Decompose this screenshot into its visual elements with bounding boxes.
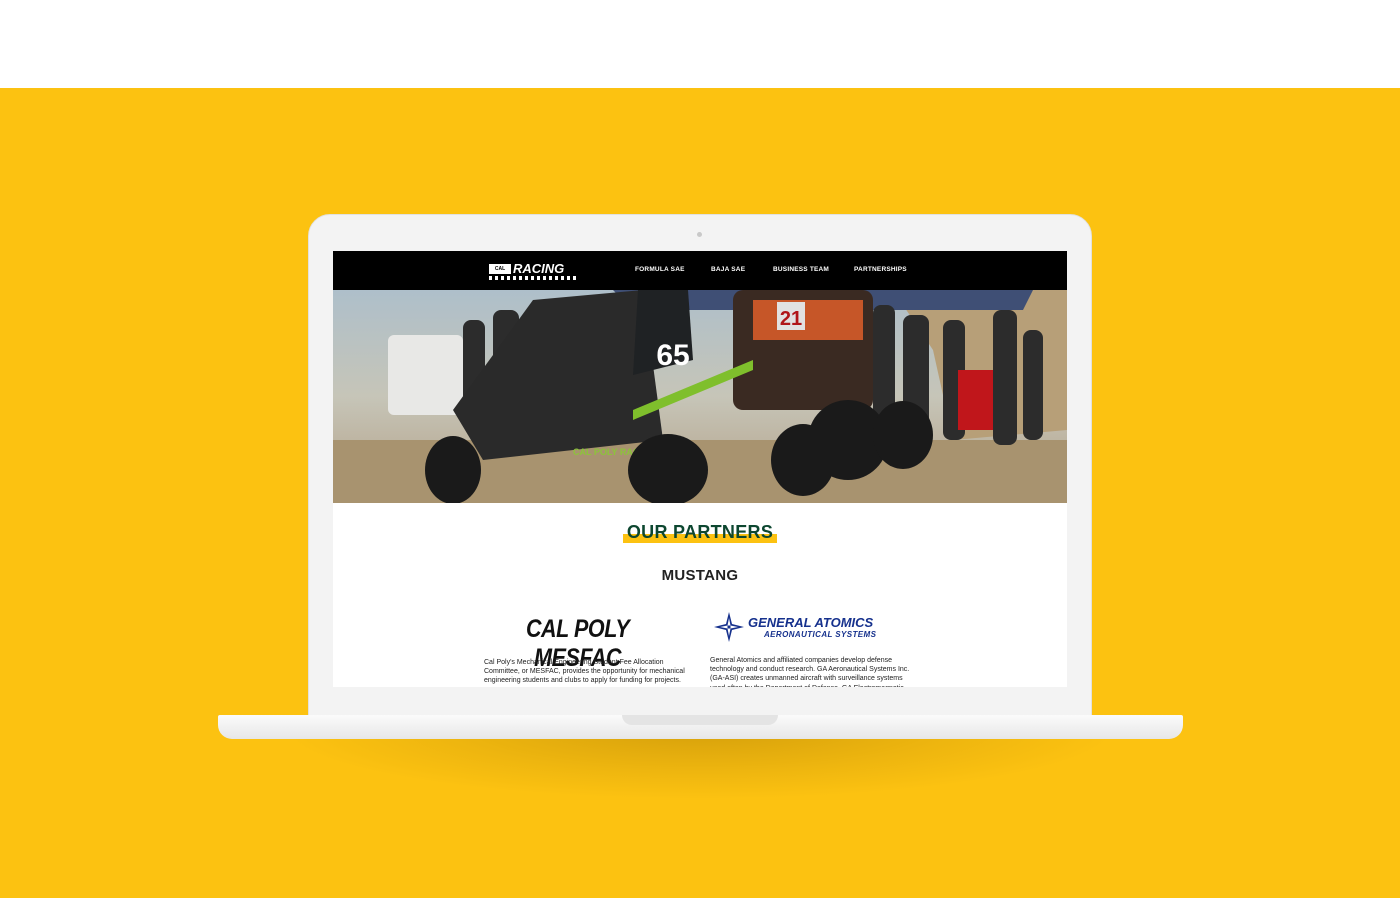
general-atomics-description: General Atomics and affiliated companies… — [710, 657, 910, 687]
mesfac-description: Cal Poly's Mechanical Engineering Studen… — [484, 659, 685, 685]
pickup-truck — [388, 335, 463, 415]
red-chair — [958, 370, 993, 430]
ga-logo-subtitle: AERONAUTICAL SYSTEMS — [764, 630, 877, 639]
cal-poly-racing-logo[interactable]: CAL POLY RACING — [489, 261, 579, 282]
top-navigation: CAL POLY RACING FORMULA SAE BAJA SAE BUS… — [333, 251, 1067, 290]
section-heading: OUR PARTNERS — [622, 522, 778, 543]
camera-icon — [697, 232, 702, 237]
ga-logo-title: GENERAL ATOMICS — [748, 615, 874, 630]
car-number-65: 65 — [656, 339, 689, 372]
general-atomics-logo[interactable]: GENERAL ATOMICS AERONAUTICAL SYSTEMS — [714, 611, 914, 643]
logo-word: RACING — [513, 261, 565, 276]
nav-business-team[interactable]: BUSINESS TEAM — [773, 266, 829, 273]
nav-formula-sae[interactable]: FORMULA SAE — [635, 266, 685, 273]
nav-partnerships[interactable]: PARTNERSHIPS — [854, 266, 907, 273]
hero-photo: 21 65 CAL POLY RACING — [333, 290, 1067, 503]
laptop-notch — [622, 715, 778, 725]
nav-baja-sae[interactable]: BAJA SAE — [711, 266, 745, 273]
website-screen: CAL POLY RACING FORMULA SAE BAJA SAE BUS… — [333, 251, 1067, 687]
car-number-21: 21 — [780, 308, 802, 330]
ga-star-icon — [714, 612, 744, 642]
logo-badge: CAL POLY — [489, 264, 511, 282]
section-heading-text: OUR PARTNERS — [626, 522, 774, 542]
checkered-flag-icon — [489, 276, 579, 280]
partner-tier-title: MUSTANG — [661, 567, 739, 584]
